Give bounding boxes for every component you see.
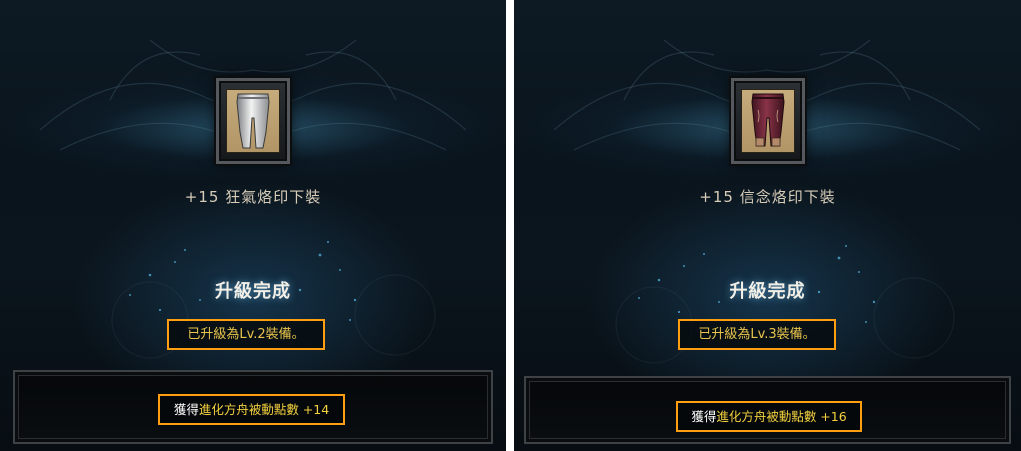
- item-slot[interactable]: [730, 78, 805, 164]
- reward-prefix: 獲得: [173, 402, 199, 417]
- item-icon-bg: [226, 89, 280, 153]
- level-message: 已升級為Lv.2裝備。: [167, 319, 325, 350]
- silver-leggings-icon: [236, 93, 270, 149]
- reward-text: 進化方舟被動點數 +16: [716, 409, 847, 424]
- reward-message: 獲得進化方舟被動點數 +16: [676, 401, 862, 432]
- item-slot[interactable]: [216, 78, 290, 164]
- panel-separator: [506, 0, 514, 451]
- item-name: +15 信念烙印下裝: [699, 188, 836, 206]
- reward-text: 進化方舟被動點數 +14: [198, 402, 330, 417]
- crimson-leggings-icon: [750, 93, 785, 147]
- reward-message: 獲得進化方舟被動點數 +14: [158, 394, 345, 425]
- item-name: +15 狂氣烙印下裝: [184, 188, 322, 206]
- upgrade-complete-title: 升級完成: [215, 281, 291, 302]
- level-message: 已升級為Lv.3裝備。: [678, 319, 836, 350]
- upgrade-result-panel-left: +15 狂氣烙印下裝 升級完成 已升級為Lv.2裝備。 獲得進化方舟被動點數 +…: [0, 0, 506, 451]
- item-icon-bg: [740, 89, 795, 153]
- upgrade-complete-title: 升級完成: [729, 281, 806, 302]
- upgrade-result-panel-right: +15 信念烙印下裝 升級完成 已升級為Lv.3裝備。 獲得進化方舟被動點數 +…: [514, 0, 1021, 451]
- reward-prefix: 獲得: [691, 409, 717, 424]
